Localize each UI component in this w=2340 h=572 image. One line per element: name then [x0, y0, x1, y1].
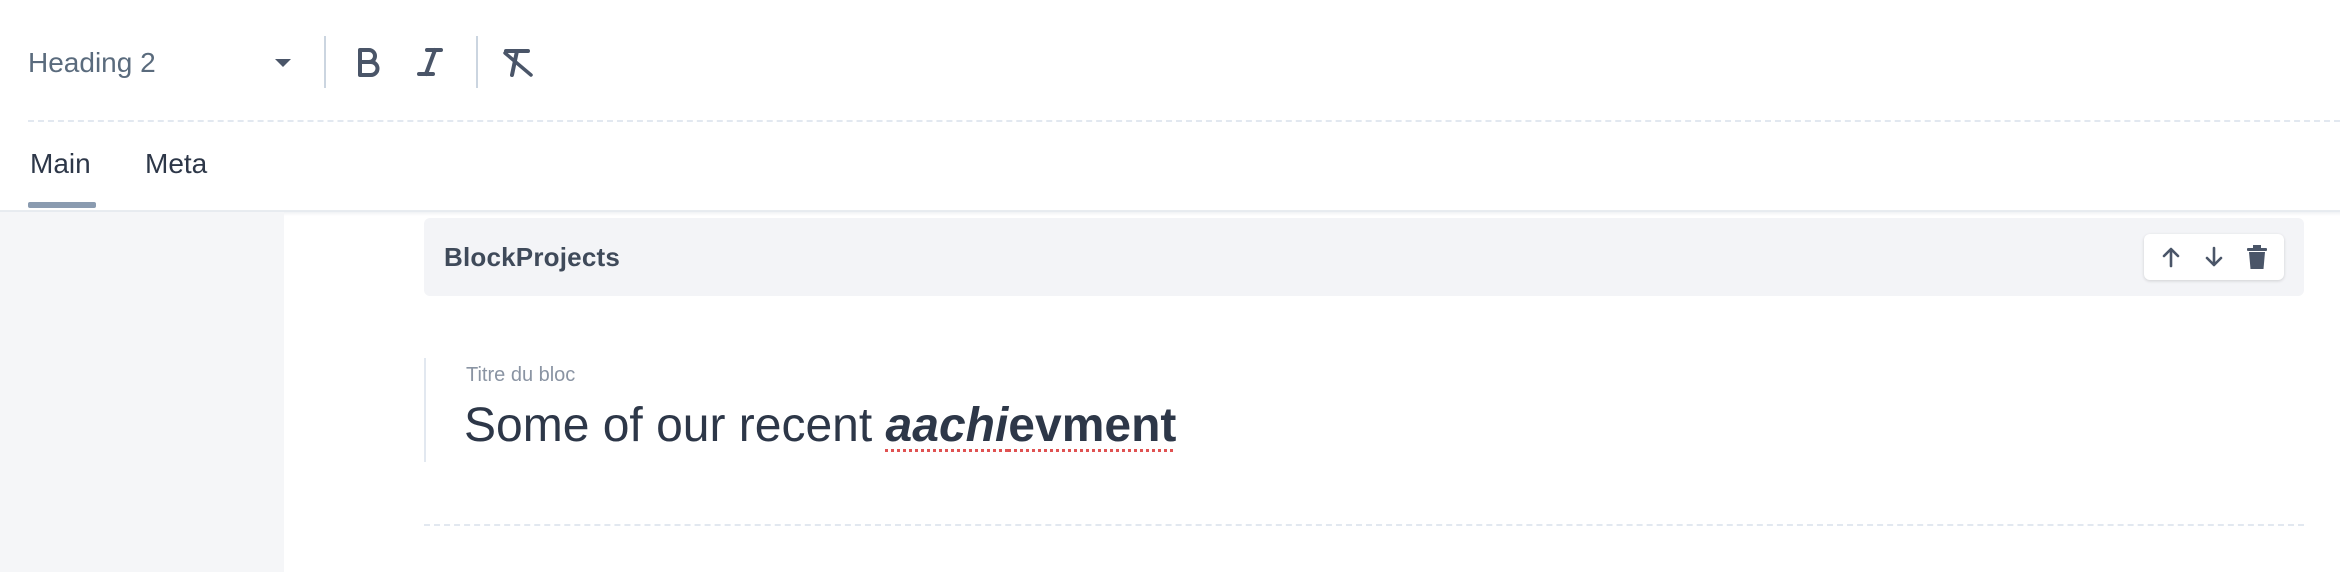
tab-bar-shadow: [0, 210, 2340, 216]
move-down-button[interactable]: [2197, 240, 2231, 274]
block-header: BlockProjects: [424, 218, 2304, 296]
move-up-button[interactable]: [2154, 240, 2188, 274]
clear-format-icon: [503, 49, 533, 77]
block-actions: [2144, 234, 2284, 280]
field-label: Titre du bloc: [466, 364, 576, 386]
delete-block-button[interactable]: [2240, 240, 2274, 274]
editor-toolbar: Heading 2: [0, 0, 2340, 122]
italic-icon: [417, 48, 443, 76]
bold-icon: [358, 48, 380, 77]
field-value-misspelled: aachievment: [886, 399, 1177, 452]
block-divider: [424, 524, 2304, 526]
toolbar-separator: [324, 36, 326, 88]
block-format-value: Heading 2: [28, 47, 156, 78]
field-value-bold-italic: aachi: [885, 399, 1009, 452]
tab-bar: Main Meta: [0, 122, 2340, 212]
bold-button[interactable]: [346, 38, 390, 86]
arrow-up-icon: [2163, 247, 2180, 268]
block-title-input[interactable]: Some of our recent aachievment: [464, 398, 1176, 453]
chevron-down-icon: [275, 59, 291, 67]
block-format-select[interactable]: Heading 2: [28, 34, 296, 92]
toolbar-separator: [476, 36, 478, 88]
arrow-down-icon: [2205, 246, 2223, 267]
field-indicator: [424, 358, 426, 462]
block-title: BlockProjects: [444, 242, 621, 272]
italic-button[interactable]: [408, 38, 452, 86]
active-tab-indicator: [28, 202, 96, 208]
field-value-bold: evment: [1008, 399, 1177, 452]
left-sidebar: [0, 212, 284, 572]
trash-icon: [2246, 245, 2267, 269]
tab-meta[interactable]: Meta: [145, 148, 207, 180]
tab-main[interactable]: Main: [30, 148, 91, 180]
clear-format-button[interactable]: [496, 38, 540, 86]
field-value-plain: Some of our recent: [464, 399, 886, 452]
